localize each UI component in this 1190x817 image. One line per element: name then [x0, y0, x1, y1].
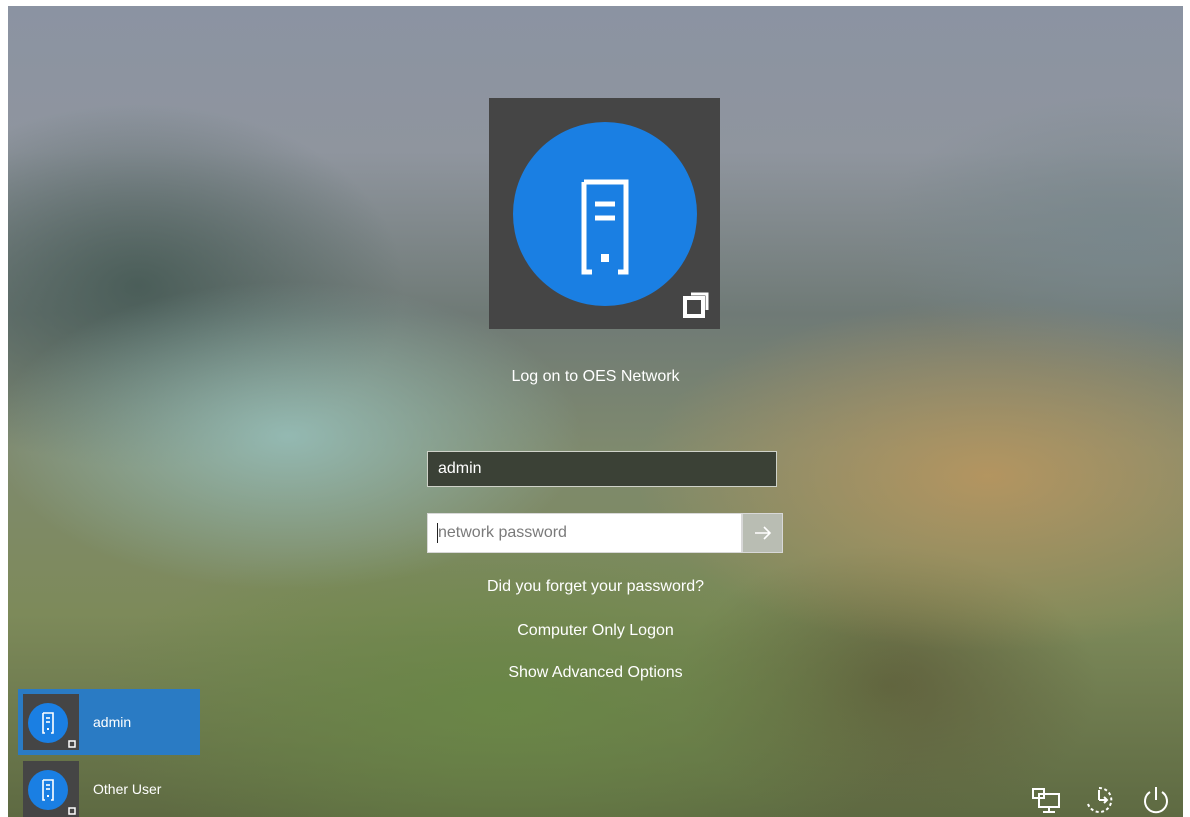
computer-only-logon-row: Computer Only Logon [8, 622, 1183, 640]
accessibility-icon[interactable] [1083, 784, 1115, 816]
server-user-icon [42, 712, 76, 748]
forgot-password-link-row: Did you forget your password? [8, 578, 1183, 596]
power-icon[interactable] [1140, 784, 1172, 816]
user-list-item-admin[interactable]: admin [18, 689, 200, 755]
server-user-icon [42, 779, 76, 815]
login-title: Log on to OES Network [511, 368, 680, 385]
advanced-options-row: Show Advanced Options [8, 664, 1183, 682]
user-tile [23, 694, 79, 750]
password-field[interactable] [427, 513, 742, 553]
password-row [427, 513, 783, 553]
user-avatar-tile [489, 98, 720, 329]
user-list-item-other-user[interactable]: Other User [18, 756, 200, 817]
lock-screen-background: Log on to OES Network Did you forget you… [8, 6, 1183, 817]
forgot-password-link[interactable]: Did you forget your password? [487, 578, 704, 595]
text-caret [437, 523, 438, 543]
network-user-badge-icon [683, 292, 709, 318]
user-avatar [513, 122, 697, 306]
computer-only-logon-link[interactable]: Computer Only Logon [517, 622, 674, 639]
username-field[interactable] [427, 451, 777, 487]
user-label: admin [93, 714, 132, 730]
arrow-right-icon [754, 526, 771, 540]
show-advanced-options-link[interactable]: Show Advanced Options [508, 664, 682, 681]
network-icon[interactable] [1030, 784, 1062, 816]
server-icon [581, 179, 629, 275]
submit-button[interactable] [742, 513, 783, 553]
user-tile [23, 761, 79, 817]
user-label: Other User [93, 781, 162, 797]
